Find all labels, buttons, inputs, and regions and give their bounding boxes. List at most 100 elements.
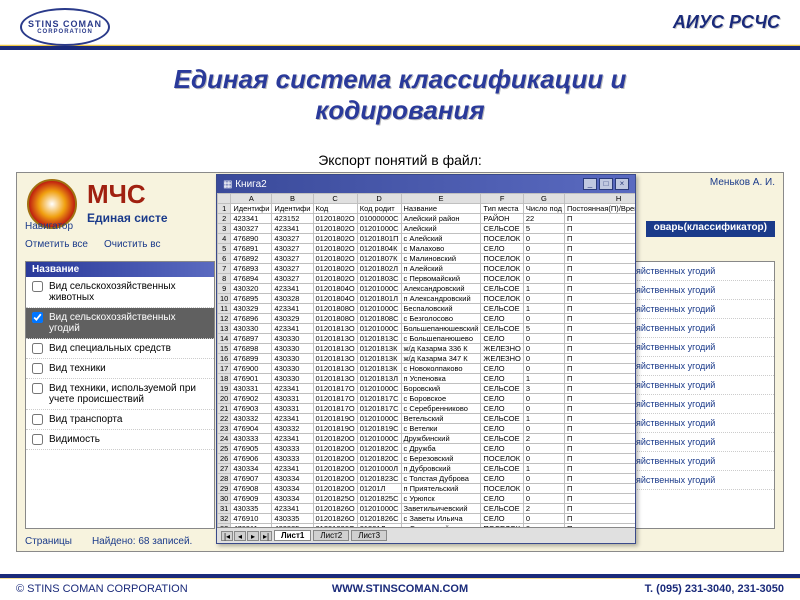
close-button[interactable]: × [615,178,629,190]
row-header[interactable]: 14 [218,334,231,344]
cell[interactable]: 5 [523,324,564,334]
cell[interactable]: 01201802О [313,264,357,274]
cell[interactable]: 0 [523,424,564,434]
cell[interactable]: 2 [523,504,564,514]
cell[interactable]: 01201000Л [357,464,401,474]
cell[interactable]: Большепанюшевский [401,324,481,334]
cell[interactable]: с Ветелки [401,424,481,434]
cell[interactable]: П [564,314,635,324]
cell[interactable]: 01201826О [313,504,357,514]
list-item-checkbox[interactable] [32,343,43,354]
row-header[interactable]: 10 [218,294,231,304]
cell[interactable]: с Дружба [401,444,481,454]
cell[interactable]: П [564,514,635,524]
cell[interactable]: 01201802О [313,234,357,244]
column-header[interactable]: A [231,194,272,204]
list-item-checkbox[interactable] [32,383,43,394]
cell[interactable]: Тип места [481,204,523,214]
cell[interactable]: СЕЛО [481,424,523,434]
cell[interactable]: ж/д Казарма 336 К [401,344,481,354]
cell[interactable]: 0 [523,264,564,274]
cell[interactable]: 01201000С [357,284,401,294]
cell[interactable]: 430335 [231,504,272,514]
cell[interactable]: с Первомайский [401,274,481,284]
cell[interactable]: 22 [523,214,564,224]
row-header[interactable]: 13 [218,324,231,334]
cell[interactable]: 476892 [231,254,272,264]
excel-window[interactable]: ▦ Книга2 _ □ × ABCDEFGHIJ1ИдентифиИденти… [216,174,636,544]
cell[interactable]: 01201807К [357,254,401,264]
cell[interactable]: ПОСЕЛОК [481,264,523,274]
cell[interactable]: 423341 [272,504,313,514]
cell[interactable]: 476899 [231,354,272,364]
cell[interactable]: 0 [523,444,564,454]
cell[interactable]: 01201825О [313,494,357,504]
cell[interactable]: 01201817О [313,384,357,394]
cell[interactable]: 01201000С [357,384,401,394]
cell[interactable]: П [564,284,635,294]
cell[interactable]: 1 [523,284,564,294]
cell[interactable]: П [564,494,635,504]
cell[interactable]: 01201000С [357,304,401,314]
row-header[interactable]: 29 [218,484,231,494]
cell[interactable]: п Дубровский [401,464,481,474]
cell[interactable]: ЖЕЛЕЗНО [481,344,523,354]
cell[interactable]: 430329 [231,304,272,314]
cell[interactable]: Идентифи [272,204,313,214]
row-header[interactable]: 1 [218,204,231,214]
cell[interactable]: П [564,424,635,434]
cell[interactable]: 0 [523,244,564,254]
list-item-checkbox[interactable] [32,434,43,445]
cell[interactable]: 01201808О [313,314,357,324]
list-item-checkbox[interactable] [32,414,43,425]
cell[interactable]: СЕЛО [481,244,523,254]
row-header[interactable]: 18 [218,374,231,384]
cell[interactable]: 01201808С [357,314,401,324]
cell[interactable]: 01201000С [357,434,401,444]
cell[interactable]: 423341 [272,384,313,394]
cell[interactable]: 0 [523,234,564,244]
cell[interactable]: 430332 [231,414,272,424]
cell[interactable]: 01201820О [313,484,357,494]
clear-all-button[interactable]: Очистить вс [104,239,161,255]
list-item[interactable]: Вид сельскохозяйственных угодий [26,308,214,339]
cell[interactable]: П [564,384,635,394]
cell[interactable]: 430332 [272,424,313,434]
cell[interactable]: 430330 [272,334,313,344]
cell[interactable]: 430330 [272,374,313,384]
cell[interactable]: 0 [523,494,564,504]
cell[interactable]: СЕЛЬСОЕ [481,304,523,314]
cell[interactable]: ПОСЕЛОК [481,454,523,464]
list-item[interactable]: Вид техники, используемой при учете прои… [26,379,214,410]
cell[interactable]: ж/д Казарма 347 К [401,354,481,364]
cell[interactable]: 01201801П [357,234,401,244]
cell[interactable]: 01201813О [313,324,357,334]
cell[interactable]: П [564,414,635,424]
cell[interactable]: П [564,404,635,414]
cell[interactable]: 430331 [231,384,272,394]
row-header[interactable]: 15 [218,344,231,354]
cell[interactable]: с Большепанюшево [401,334,481,344]
list-item-checkbox[interactable] [32,363,43,374]
cell[interactable]: 423341 [272,284,313,294]
cell[interactable]: 476896 [231,314,272,324]
cell[interactable]: 423341 [231,214,272,224]
cell[interactable]: п Приятельский [401,484,481,494]
tab-nav-first-icon[interactable]: |◂ [221,531,233,541]
cell[interactable]: 476901 [231,374,272,384]
cell[interactable]: 476894 [231,274,272,284]
cell[interactable]: СЕЛЬСОЕ [481,414,523,424]
cell[interactable]: 1 [523,374,564,384]
cell[interactable]: 476891 [231,244,272,254]
row-header[interactable]: 9 [218,284,231,294]
cell[interactable]: 01000000С [357,214,401,224]
row-header[interactable]: 22 [218,414,231,424]
cell[interactable]: 01201826С [357,514,401,524]
cell[interactable]: 1 [523,414,564,424]
cell[interactable]: 430333 [231,434,272,444]
cell[interactable]: 0 [523,294,564,304]
cell[interactable]: ПОСЕЛОК [481,484,523,494]
cell[interactable]: 01201817О [313,404,357,414]
cell[interactable]: П [564,234,635,244]
cell[interactable]: П [564,374,635,384]
